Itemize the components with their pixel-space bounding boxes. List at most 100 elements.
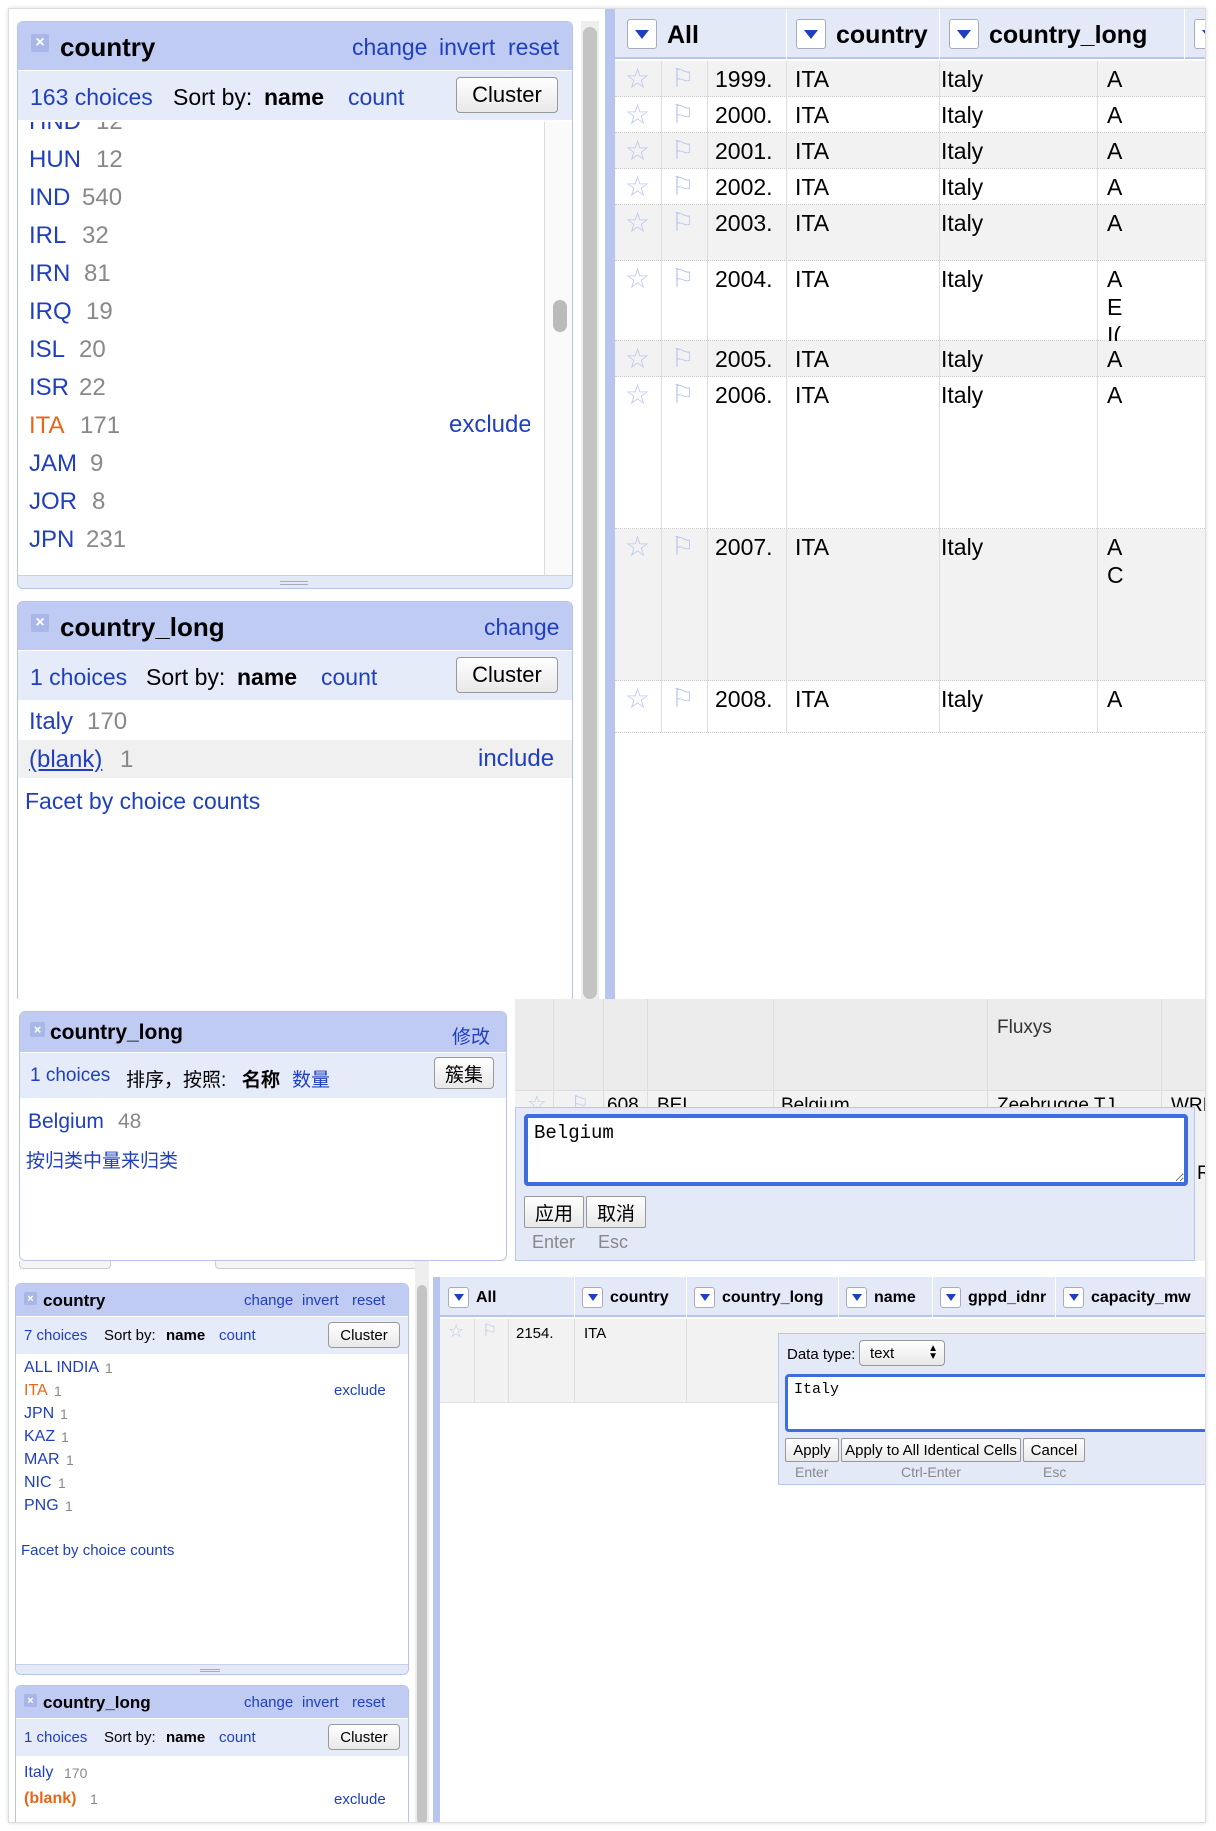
cell-country[interactable]: ITA — [795, 266, 829, 293]
cell-country-long[interactable]: Italy — [941, 266, 983, 293]
star-icon[interactable]: ☆ — [625, 342, 650, 375]
star-icon[interactable]: ☆ — [625, 682, 650, 715]
data-type-select[interactable]: text ▲ ▼ — [859, 1340, 945, 1366]
choice-item-selected[interactable]: (blank) 1 exclude — [16, 1786, 408, 1810]
facet-reset-link[interactable]: reset — [508, 34, 559, 61]
choice-item[interactable]: (blank) 1 include — [18, 740, 572, 778]
cell-country[interactable]: ITA — [795, 174, 829, 201]
flag-icon[interactable]: ⚐ — [671, 171, 694, 202]
cell-extra[interactable]: A — [1107, 382, 1122, 409]
cell-country[interactable]: ITA — [795, 138, 829, 165]
resize-handle[interactable] — [16, 1664, 408, 1674]
cancel-button[interactable]: 取消 — [586, 1196, 646, 1228]
star-icon[interactable]: ☆ — [625, 206, 650, 239]
choice-item[interactable]: ALL INDIA 1 — [16, 1356, 408, 1379]
choice-item[interactable]: Italy 170 — [16, 1760, 408, 1784]
facet-by-choice-counts-link[interactable]: Facet by choice counts — [21, 1542, 174, 1559]
choice-item[interactable]: KAZ 1 — [16, 1425, 408, 1448]
sort-by-count[interactable]: count — [348, 84, 404, 111]
sort-by-name[interactable]: name — [264, 84, 324, 111]
column-menu-button[interactable] — [1063, 1287, 1084, 1308]
cell-country-long[interactable]: Italy — [941, 66, 983, 93]
cell-country-long[interactable]: Italy — [941, 382, 983, 409]
facet-change-link[interactable]: 修改 — [452, 1022, 490, 1049]
cell-extra[interactable]: A — [1107, 346, 1122, 373]
choice-item[interactable]: JPN 1 — [16, 1402, 408, 1425]
exclude-link[interactable]: exclude — [449, 411, 530, 439]
choice-item[interactable]: JAM 9 — [18, 446, 530, 484]
column-menu-button[interactable] — [796, 19, 826, 49]
cluster-button[interactable]: Cluster — [328, 1724, 400, 1750]
sort-by-count[interactable]: count — [321, 664, 377, 691]
cell-country[interactable]: ITA — [795, 66, 829, 93]
choice-item[interactable]: IRN 81 — [18, 256, 530, 294]
facet-change-link[interactable]: change — [352, 34, 427, 61]
left-panel-scrollbar[interactable] — [583, 27, 597, 999]
choice-item[interactable]: ISR 22 — [18, 370, 530, 408]
cluster-button[interactable]: Cluster — [456, 657, 558, 693]
sort-by-count[interactable]: count — [219, 1729, 256, 1746]
apply-to-all-button[interactable]: Apply to All Identical Cells — [841, 1438, 1021, 1462]
choice-item[interactable]: JPN 231 — [18, 522, 530, 560]
flag-icon[interactable]: ⚐ — [671, 379, 694, 410]
remove-facet-icon[interactable]: × — [31, 34, 49, 52]
facet-invert-link[interactable]: invert — [439, 34, 495, 61]
cell-extra[interactable]: A — [1107, 210, 1122, 237]
cell-country[interactable]: ITA — [795, 210, 829, 237]
sort-by-name[interactable]: name — [237, 664, 297, 691]
column-menu-button[interactable] — [694, 1287, 715, 1308]
column-menu-button[interactable] — [627, 19, 657, 49]
include-link[interactable]: include — [478, 745, 554, 773]
choice-item-selected[interactable]: ITA 1 exclude — [16, 1379, 408, 1402]
cell-country-long[interactable]: Italy — [941, 138, 983, 165]
remove-facet-icon[interactable]: × — [31, 614, 49, 632]
cell-extra[interactable]: A — [1107, 266, 1122, 293]
facet-by-choice-counts-link[interactable]: Facet by choice counts — [25, 788, 260, 815]
column-menu-button[interactable] — [846, 1287, 867, 1308]
column-menu-button[interactable] — [949, 19, 979, 49]
choice-item[interactable]: IRL 32 — [18, 218, 530, 256]
apply-button[interactable]: 应用 — [524, 1196, 584, 1228]
remove-facet-icon[interactable]: × — [24, 1694, 37, 1707]
choice-item[interactable]: IRQ 19 — [18, 294, 530, 332]
flag-icon[interactable]: ⚐ — [671, 63, 694, 94]
flag-icon[interactable]: ⚐ — [482, 1321, 497, 1341]
cell-country[interactable]: ITA — [795, 686, 829, 713]
flag-icon[interactable]: ⚐ — [671, 531, 694, 562]
cell-extra[interactable]: A — [1107, 102, 1122, 129]
cell-extra[interactable]: C — [1107, 562, 1124, 589]
flag-icon[interactable]: ⚐ — [671, 683, 694, 714]
choice-item-label[interactable]: Belgium — [28, 1110, 104, 1134]
star-icon[interactable]: ☆ — [625, 262, 650, 295]
column-menu-button[interactable] — [582, 1287, 603, 1308]
facet-change-link[interactable]: change — [244, 1292, 293, 1309]
facet-reset-link[interactable]: reset — [352, 1292, 385, 1309]
choice-item[interactable]: HND12 — [18, 122, 530, 142]
cluster-button[interactable]: 簇集 — [434, 1057, 494, 1089]
choice-item-selected[interactable]: ITA 171 exclude — [18, 408, 530, 446]
cell-country[interactable]: ITA — [795, 346, 829, 373]
sort-by-name[interactable]: 名称 — [242, 1065, 280, 1092]
star-icon[interactable]: ☆ — [625, 530, 650, 563]
star-icon[interactable]: ☆ — [625, 134, 650, 167]
apply-button[interactable]: Apply — [785, 1438, 839, 1462]
cell-country[interactable]: ITA — [584, 1325, 606, 1342]
cell-editor-textarea[interactable]: Belgium — [524, 1114, 1188, 1186]
sort-by-count[interactable]: count — [219, 1327, 256, 1344]
sort-by-name[interactable]: name — [166, 1327, 205, 1344]
star-icon[interactable]: ☆ — [625, 98, 650, 131]
cell-extra[interactable]: A — [1107, 686, 1122, 713]
cell-country[interactable]: ITA — [795, 102, 829, 129]
cell-country-long[interactable]: Italy — [941, 686, 983, 713]
choice-item[interactable]: NIC 1 — [16, 1471, 408, 1494]
facet-invert-link[interactable]: invert — [302, 1292, 339, 1309]
sort-by-name[interactable]: name — [166, 1729, 205, 1746]
choice-item[interactable]: MAR 1 — [16, 1448, 408, 1471]
facet-by-choice-counts-link[interactable]: 按归类中量来归类 — [26, 1146, 178, 1173]
cell-extra[interactable]: E — [1107, 294, 1122, 321]
choice-item[interactable]: IND 540 — [18, 180, 530, 218]
facet-reset-link[interactable]: reset — [352, 1694, 385, 1711]
scrollbar-thumb[interactable] — [553, 300, 567, 332]
cell-country-long[interactable]: Italy — [941, 346, 983, 373]
choice-item[interactable]: PNG 1 — [16, 1494, 408, 1517]
